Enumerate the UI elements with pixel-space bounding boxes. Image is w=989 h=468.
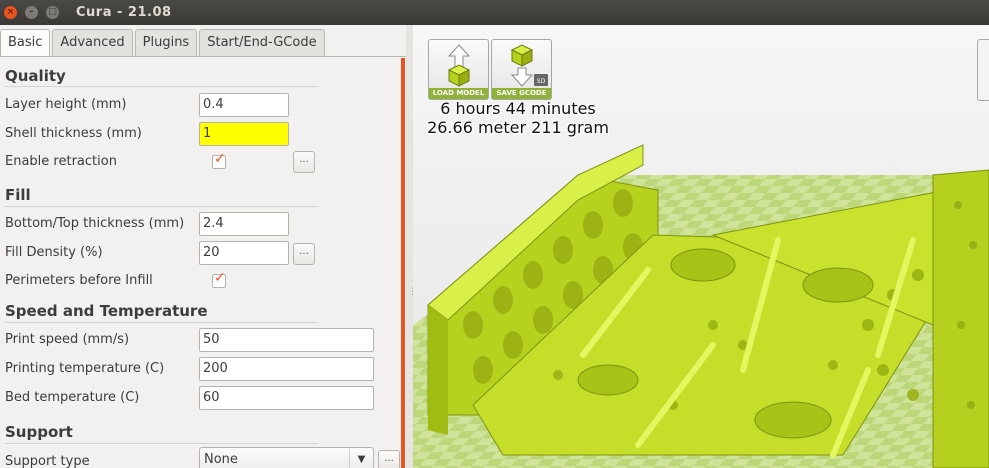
panel-splitter[interactable]: [406, 25, 413, 468]
bottom-top-thickness-input[interactable]: 2.4: [199, 212, 289, 236]
print-speed-label: Print speed (mm/s): [5, 332, 130, 347]
perimeters-before-infill-label: Perimeters before Infill: [5, 273, 153, 288]
support-type-select[interactable]: None ▼: [199, 447, 374, 468]
support-type-value: None: [204, 452, 238, 467]
fill-density-input[interactable]: 20: [199, 241, 289, 265]
minimize-window-button[interactable]: –: [25, 6, 38, 19]
fill-heading: Fill: [5, 186, 31, 204]
quality-heading: Quality: [5, 67, 66, 85]
speed-temperature-heading: Speed and Temperature: [5, 302, 208, 320]
save-gcode-icon: SD: [510, 44, 548, 87]
shell-thickness-input[interactable]: 1: [199, 122, 289, 146]
print-material-readout: 26.66 meter 211 gram: [427, 118, 609, 137]
load-model-button[interactable]: LOAD MODEL: [428, 39, 489, 100]
enable-retraction-label: Enable retraction: [5, 154, 117, 169]
load-model-label: LOAD MODEL: [429, 88, 488, 99]
bed-temperature-input[interactable]: 60: [199, 386, 374, 410]
checkmark-icon: ✓: [214, 270, 226, 286]
settings-panel: Basic Advanced Plugins Start/End-GCode Q…: [0, 25, 413, 468]
tab-advanced[interactable]: Advanced: [52, 29, 133, 56]
speed-separator: [5, 322, 318, 323]
fill-more-button[interactable]: ...: [293, 243, 315, 265]
checkmark-icon: ✓: [214, 151, 226, 167]
save-gcode-button[interactable]: SD SAVE GCODE: [491, 39, 552, 100]
close-window-button[interactable]: ×: [4, 6, 17, 19]
layer-height-label: Layer height (mm): [5, 97, 127, 112]
maximize-window-button[interactable]: □: [46, 6, 59, 19]
perimeters-before-infill-checkbox[interactable]: ✓: [212, 270, 226, 288]
support-more-button[interactable]: ...: [378, 450, 400, 468]
tab-basic[interactable]: Basic: [0, 29, 51, 56]
enable-retraction-checkbox[interactable]: ✓: [212, 151, 226, 169]
save-gcode-label: SAVE GCODE: [492, 88, 551, 99]
print-time-readout: 6 hours 44 minutes: [440, 99, 596, 118]
support-type-label: Support type: [5, 454, 90, 468]
tab-plugins[interactable]: Plugins: [134, 29, 198, 56]
window-title: Cura - 21.08: [76, 5, 172, 20]
fill-separator: [5, 206, 318, 207]
sd-card-label: SD: [537, 78, 546, 85]
support-heading: Support: [5, 423, 73, 441]
view-mode-button[interactable]: [977, 39, 989, 101]
settings-tabs: Basic Advanced Plugins Start/End-GCode: [0, 29, 327, 56]
bottom-top-thickness-label: Bottom/Top thickness (mm): [5, 216, 185, 231]
tab-start-end-gcode[interactable]: Start/End-GCode: [199, 29, 325, 56]
title-bar: × – □ Cura - 21.08: [0, 0, 989, 25]
printing-temperature-input[interactable]: 200: [199, 357, 374, 381]
3d-viewport[interactable]: LOAD MODEL SD SAVE GCODE 6 hours 44 minu…: [413, 25, 989, 468]
layer-height-input[interactable]: 0.4: [199, 93, 289, 117]
quality-separator: [5, 86, 318, 87]
tab-divider: [0, 56, 406, 57]
chevron-down-icon: ▼: [349, 448, 373, 468]
fill-density-label: Fill Density (%): [5, 245, 103, 260]
print-speed-input[interactable]: 50: [199, 328, 374, 352]
retraction-more-button[interactable]: ...: [293, 151, 315, 173]
load-model-icon: [447, 44, 471, 87]
shell-thickness-label: Shell thickness (mm): [5, 126, 142, 141]
printing-temperature-label: Printing temperature (C): [5, 361, 165, 376]
support-separator: [5, 443, 318, 444]
bed-temperature-label: Bed temperature (C): [5, 390, 140, 405]
panel-scroll-indicator[interactable]: [401, 58, 405, 468]
